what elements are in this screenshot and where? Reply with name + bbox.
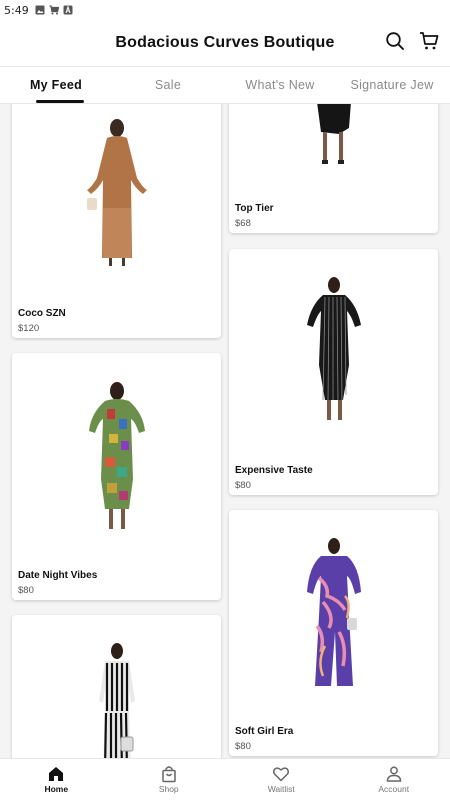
product-image <box>86 119 147 266</box>
tab-whats-new[interactable]: What's New <box>224 67 336 103</box>
nav-account[interactable]: Account <box>338 759 450 800</box>
nav-label: Shop <box>158 784 179 794</box>
product-card[interactable]: Date Night Vibes $80 <box>12 353 221 600</box>
product-price: $80 <box>235 741 251 752</box>
product-price: $80 <box>235 480 251 491</box>
product-card[interactable]: Soft Girl Era $80 <box>229 510 438 756</box>
app-screen: 5:49 Bodacious Curves Boutique My Feed S… <box>0 0 450 800</box>
nav-home[interactable]: Home <box>0 759 113 800</box>
product-card[interactable]: Top Tier $68 <box>229 104 438 233</box>
product-image <box>98 643 135 758</box>
search-icon <box>386 32 404 50</box>
product-name: Coco SZN <box>18 308 66 319</box>
product-name: Date Night Vibes <box>18 570 98 581</box>
nav-label: Account <box>378 784 410 794</box>
product-name: Soft Girl Era <box>235 726 294 737</box>
cart-button[interactable] <box>418 30 440 52</box>
status-time: 5:49 <box>4 3 29 17</box>
product-price: $68 <box>235 218 251 229</box>
product-info: Soft Girl Era $80 <box>235 726 293 752</box>
page-title: Bodacious Curves Boutique <box>115 34 335 51</box>
product-card[interactable] <box>12 615 221 758</box>
app-header: Bodacious Curves Boutique <box>0 20 450 66</box>
a-icon <box>63 5 73 15</box>
status-icons <box>35 5 73 15</box>
product-info: Date Night Vibes $80 <box>18 570 97 596</box>
product-info: Top Tier $68 <box>235 203 274 229</box>
nav-label: Waitlist <box>267 784 295 794</box>
product-image <box>316 104 351 164</box>
nav-shop[interactable]: Shop <box>113 759 226 800</box>
tab-signature-jewelry[interactable]: Signature Jew <box>336 67 448 103</box>
cart-icon <box>420 32 439 50</box>
nav-waitlist[interactable]: Waitlist <box>225 759 338 800</box>
product-name: Top Tier <box>235 203 274 214</box>
product-price: $120 <box>18 323 40 334</box>
search-button[interactable] <box>384 30 406 52</box>
shopping-bag-icon <box>162 766 176 783</box>
image-icon <box>35 5 45 15</box>
header-actions <box>384 30 440 52</box>
bottom-navigation: Home Shop Waitlist Account <box>0 758 450 800</box>
tab-sale[interactable]: Sale <box>112 67 224 103</box>
person-icon <box>386 766 402 782</box>
product-info: Expensive Taste $80 <box>235 465 313 491</box>
product-info: Coco SZN $120 <box>18 308 66 334</box>
product-image <box>306 538 361 686</box>
home-icon <box>49 767 64 781</box>
product-card[interactable]: Coco SZN $120 <box>12 104 221 338</box>
cart-icon <box>49 5 59 15</box>
status-bar: 5:49 <box>0 0 450 20</box>
product-card[interactable]: Expensive Taste $80 <box>229 249 438 495</box>
product-image <box>306 277 361 420</box>
product-image <box>88 382 145 529</box>
product-price: $80 <box>18 585 34 596</box>
tab-my-feed[interactable]: My Feed <box>0 67 112 103</box>
nav-label: Home <box>44 784 69 794</box>
heart-icon <box>273 767 290 782</box>
product-name: Expensive Taste <box>235 465 313 476</box>
category-tabs: My Feed Sale What's New Signature Jew <box>0 66 450 104</box>
product-feed: Coco SZN $120 Date Night Vibes $80 Top T… <box>0 104 450 758</box>
